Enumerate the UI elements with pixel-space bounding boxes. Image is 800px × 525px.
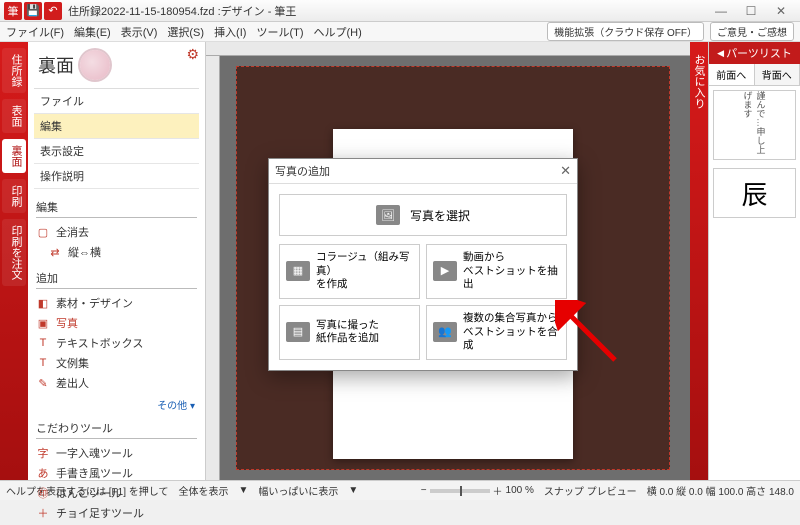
add-textbox[interactable]: Tテキストボックス — [36, 333, 197, 353]
sec-kodawari-label: こだわりツール — [36, 420, 197, 439]
dialog-video-bestshot[interactable]: ▶動画から ベストショットを抽出 — [426, 244, 567, 299]
parts-tab-front[interactable]: 前面へ — [709, 64, 755, 85]
parts-thumb-2[interactable]: 辰 — [713, 168, 796, 218]
dialog-group-bestshot[interactable]: 👥複数の集合写真から ベストショットを合成 — [426, 305, 567, 360]
dialog-collage[interactable]: ▦コラージュ（組み写真） を作成 — [279, 244, 420, 299]
right-rail: お気に入り — [690, 42, 708, 480]
hanko-icon: ㊞ — [36, 486, 50, 500]
rail-front[interactable]: 表面 — [2, 99, 26, 133]
menu-tool[interactable]: ツール(T) — [256, 24, 303, 40]
ichiji-icon: 字 — [36, 446, 50, 460]
side-display[interactable]: 表示設定 — [34, 139, 199, 164]
feedback-button[interactable]: ご意見・ご感想 — [710, 22, 794, 41]
close-button[interactable]: ✕ — [766, 1, 796, 21]
minimize-button[interactable]: — — [706, 1, 736, 21]
add-examples[interactable]: T文例集 — [36, 353, 197, 373]
other-link[interactable]: その他 — [157, 401, 187, 412]
titlebar: 筆 💾 ↶ 住所録2022-11-15-180954.fzd :デザイン - 筆… — [0, 0, 800, 22]
rail-print[interactable]: 印刷 — [2, 179, 26, 213]
parts-tab-back[interactable]: 背面へ — [755, 64, 800, 85]
status-coords: 横 0.0 縦 0.0 幅 100.0 高さ 148.0 — [647, 483, 794, 498]
add-photo[interactable]: ▣写真 — [36, 313, 197, 333]
panel-heading: 裏面 — [38, 52, 74, 78]
parts-panel: パーツリスト 前面へ 背面へ 謹んで…申し上げます 辰 — [708, 42, 800, 480]
side-edit[interactable]: 編集 — [34, 114, 199, 139]
material-icon: ◧ — [36, 296, 50, 310]
left-rail: 住所録 表面 裏面 印刷 印刷を注文 — [0, 42, 28, 480]
choitasu-icon: ＋ — [36, 506, 50, 520]
save-icon[interactable]: 💾 — [24, 2, 42, 20]
parts-header[interactable]: パーツリスト — [709, 42, 800, 64]
ruler-vertical — [206, 56, 220, 480]
menu-file[interactable]: ファイル(F) — [6, 24, 64, 40]
zoom-control[interactable]: −＋100 % — [421, 483, 534, 498]
rail-order-print[interactable]: 印刷を注文 — [2, 219, 26, 286]
menubar: ファイル(F) 編集(E) 表示(V) 選択(S) 挿入(I) ツール(T) ヘ… — [0, 22, 800, 42]
orient-icon: ⇄ — [48, 245, 62, 259]
menu-select[interactable]: 選択(S) — [167, 24, 204, 40]
ruler-horizontal — [206, 42, 690, 56]
sender-icon: ✎ — [36, 376, 50, 390]
gear-icon[interactable]: ⚙ — [186, 46, 199, 63]
status-view-fit[interactable]: 幅いっぱいに表示 — [258, 483, 338, 498]
side-file[interactable]: ファイル — [34, 89, 199, 114]
dialog-close-icon[interactable]: ✕ — [560, 163, 571, 179]
dialog-select-photo[interactable]: 🖼 写真を選択 — [279, 194, 567, 236]
dialog-paper-photo[interactable]: ▤写真に撮った 紙作品を追加 — [279, 305, 420, 360]
cloud-ext-button[interactable]: 機能拡張（クラウド保存 OFF） — [547, 22, 704, 41]
examples-icon: T — [36, 356, 50, 370]
rail-addressbook[interactable]: 住所録 — [2, 48, 26, 93]
menu-insert[interactable]: 挿入(I) — [214, 24, 246, 40]
flower-icon — [80, 50, 110, 80]
side-panel: ⚙ 裏面 ファイル 編集 表示設定 操作説明 編集 ▢全消去 ⇄縦⇔横 追加 ◧… — [28, 42, 206, 480]
menu-view[interactable]: 表示(V) — [121, 24, 158, 40]
group-icon: 👥 — [433, 322, 457, 342]
photo-icon: ▣ — [36, 316, 50, 330]
rail-back[interactable]: 裏面 — [2, 139, 26, 173]
kodawari-ichiji[interactable]: 字一字入魂ツール — [36, 443, 197, 463]
tegaki-icon: あ — [36, 466, 50, 480]
sec-add-label: 追加 — [36, 270, 197, 289]
parts-thumb-1[interactable]: 謹んで…申し上げます — [713, 90, 796, 160]
textbox-icon: T — [36, 336, 50, 350]
favorites-tab[interactable]: お気に入り — [689, 48, 709, 115]
collage-icon: ▦ — [286, 261, 310, 281]
maximize-button[interactable]: ☐ — [736, 1, 766, 21]
kodawari-tegaki[interactable]: あ手書き風ツール — [36, 463, 197, 483]
dialog-title: 写真の追加 — [275, 163, 330, 179]
sec-edit-label: 編集 — [36, 199, 197, 218]
menu-edit[interactable]: 編集(E) — [74, 24, 111, 40]
add-sender[interactable]: ✎差出人 — [36, 373, 197, 393]
tool-clear-all[interactable]: ▢全消去 — [36, 222, 197, 242]
paper-icon: ▤ — [286, 322, 310, 342]
app-icon: 筆 — [4, 2, 22, 20]
image-icon: 🖼 — [376, 205, 400, 225]
tool-orient[interactable]: ⇄縦⇔横 — [48, 242, 101, 262]
clear-icon: ▢ — [36, 225, 50, 239]
add-material[interactable]: ◧素材・デザイン — [36, 293, 197, 313]
kodawari-choitasu[interactable]: ＋チョイ足すツール — [36, 503, 197, 523]
kodawari-hanko[interactable]: ㊞はんこツール — [36, 483, 197, 503]
status-mode: スナップ プレビュー — [544, 483, 637, 498]
window-title: 住所録2022-11-15-180954.fzd :デザイン - 筆王 — [68, 3, 296, 19]
add-photo-dialog: 写真の追加 ✕ 🖼 写真を選択 ▦コラージュ（組み写真） を作成 ▶動画から ベ… — [268, 158, 578, 371]
video-icon: ▶ — [433, 261, 457, 281]
undo-icon[interactable]: ↶ — [44, 2, 62, 20]
side-instructions[interactable]: 操作説明 — [34, 164, 199, 189]
menu-help[interactable]: ヘルプ(H) — [314, 24, 362, 40]
